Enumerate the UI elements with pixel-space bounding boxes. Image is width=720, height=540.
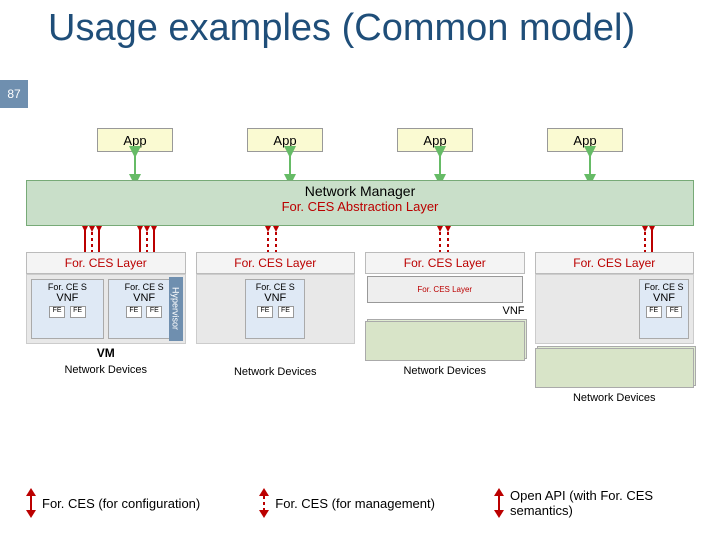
column-2: For. CES Layer For. CE S VNF FE FE Netwo… xyxy=(196,252,356,404)
vnf-zone: For. CE S VNF FE FE For. CE S VNF FE FE … xyxy=(26,274,186,344)
fe-box: FE xyxy=(49,306,65,318)
fe-box: FE xyxy=(646,306,662,318)
vnf-prefix: For. CE S xyxy=(32,282,103,292)
network-manager-title: Network Manager xyxy=(27,183,693,199)
vm-label: VM xyxy=(26,346,186,360)
vnf-label: VNF xyxy=(32,292,103,304)
vnf-side-label: VNF xyxy=(365,305,525,317)
double-arrow-dashed-icon xyxy=(259,488,269,518)
fe-box: FE xyxy=(146,306,162,318)
double-arrow-solid-icon xyxy=(26,488,36,518)
vnf-prefix: For. CE S xyxy=(246,282,304,292)
hardware-node-icon xyxy=(365,321,525,361)
forces-layer-label: For. CES Layer xyxy=(365,252,525,274)
legend-row: For. CES (for configuration) For. CES (f… xyxy=(26,488,694,518)
hardware-node-icon xyxy=(535,348,695,388)
vnf-box: For. CE S VNF FE FE xyxy=(245,279,305,339)
legend-item-mgmt: For. CES (for management) xyxy=(259,488,435,518)
column-1: For. CES Layer For. CE S VNF FE FE For. … xyxy=(26,252,186,404)
column-3: For. CES Layer For. CES Layer VNF Networ… xyxy=(365,252,525,404)
fe-box: FE xyxy=(70,306,86,318)
page-number: 87 xyxy=(0,80,28,108)
vnf-box: For. CE S VNF FE FE xyxy=(639,279,689,339)
vnf-zone: For. CE S VNF FE FE xyxy=(535,274,695,344)
double-arrow-solid-icon xyxy=(494,488,504,518)
app-box: App xyxy=(397,128,473,152)
forces-layer-label: For. CES Layer xyxy=(535,252,695,274)
legend-text: For. CES (for configuration) xyxy=(42,496,200,511)
legend-item-openapi: Open API (with For. CES semantics) xyxy=(494,488,694,518)
network-manager-box: Network Manager For. CES Abstraction Lay… xyxy=(26,180,694,226)
forces-layer-label: For. CES Layer xyxy=(196,252,356,274)
app-box: App xyxy=(247,128,323,152)
apps-row: App App App App xyxy=(0,128,720,152)
vnf-label: VNF xyxy=(640,292,688,304)
column-4: For. CES Layer For. CE S VNF FE FE Netwo… xyxy=(535,252,695,404)
vnf-box: For. CE S VNF FE FE xyxy=(31,279,104,339)
network-devices-label: Network Devices xyxy=(26,364,186,376)
legend-item-config: For. CES (for configuration) xyxy=(26,488,200,518)
forces-mini-layer: For. CES Layer xyxy=(367,276,523,303)
app-box: App xyxy=(97,128,173,152)
slide-title: Usage examples (Common model) xyxy=(48,6,635,52)
columns-row: For. CES Layer For. CE S VNF FE FE For. … xyxy=(26,252,694,404)
fe-box: FE xyxy=(257,306,273,318)
vnf-label: VNF xyxy=(246,292,304,304)
legend-text: Open API (with For. CES semantics) xyxy=(510,488,694,518)
legend-text: For. CES (for management) xyxy=(275,496,435,511)
network-manager-subtitle: For. CES Abstraction Layer xyxy=(27,199,693,214)
fe-box: FE xyxy=(278,306,294,318)
forces-layer-label: For. CES Layer xyxy=(26,252,186,274)
fe-box: FE xyxy=(666,306,682,318)
network-devices-label: Network Devices xyxy=(365,365,525,377)
network-devices-label: Network Devices xyxy=(535,392,695,404)
vnf-zone: For. CE S VNF FE FE xyxy=(196,274,356,344)
hypervisor-label: Hypervisor xyxy=(169,277,183,341)
fe-box: FE xyxy=(126,306,142,318)
network-devices-label: Network Devices xyxy=(196,366,356,378)
app-box: App xyxy=(547,128,623,152)
vnf-prefix: For. CE S xyxy=(640,282,688,292)
